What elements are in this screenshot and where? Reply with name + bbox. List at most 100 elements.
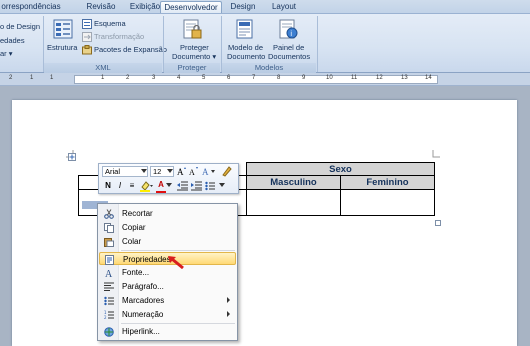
- design-mode-button[interactable]: o de Design: [0, 22, 40, 31]
- svg-text:i: i: [290, 30, 292, 38]
- menu-item-label: Numeração: [122, 310, 164, 319]
- protect-document-icon[interactable]: [181, 18, 203, 40]
- menu-item-label: Propriedades: [123, 255, 171, 264]
- font-color-button[interactable]: A: [156, 180, 166, 190]
- document-template-label-1[interactable]: Modelo de: [228, 43, 263, 52]
- menu-item-label: Fonte...: [122, 268, 150, 277]
- decrease-indent-icon[interactable]: [177, 181, 188, 191]
- menu-item-copy[interactable]: Copiar: [99, 221, 236, 234]
- document-template-label-2[interactable]: Documento: [227, 52, 265, 61]
- tab-design[interactable]: Design: [224, 1, 262, 13]
- shrink-font-icon[interactable]: A: [189, 166, 199, 176]
- svg-text:A: A: [189, 168, 195, 176]
- ruler-number: 9: [302, 75, 306, 81]
- table-cell[interactable]: [246, 189, 341, 216]
- copy-icon: [104, 223, 114, 233]
- ruler-number: 11: [351, 75, 358, 81]
- protect-document-label-2[interactable]: Documento ▾: [172, 52, 216, 61]
- table-header-sexo[interactable]: Sexo: [246, 162, 435, 176]
- ruler-number: 6: [227, 75, 231, 81]
- text-effects-icon[interactable]: A: [202, 166, 216, 176]
- highlight-color-icon[interactable]: [140, 181, 153, 192]
- ruler-number: 8: [277, 75, 281, 81]
- bullets-icon: [104, 296, 114, 306]
- ruler-number: 7: [252, 75, 256, 81]
- xml-group-title: XML: [44, 63, 162, 73]
- menu-item-hyperlink[interactable]: Hiperlink...: [99, 325, 236, 338]
- document-panel-label-2[interactable]: Documentos: [268, 52, 310, 61]
- bold-button[interactable]: N: [103, 181, 113, 191]
- font-icon: A: [105, 269, 113, 278]
- paragraph-icon: [104, 282, 114, 291]
- mini-toolbar: Arial 12 A A A N I ≡ A: [98, 163, 239, 194]
- document-panel-icon[interactable]: i: [277, 18, 299, 40]
- chevron-down-icon[interactable]: [167, 169, 173, 173]
- svg-text:A: A: [202, 167, 209, 176]
- menu-item-cut[interactable]: Recortar: [99, 207, 236, 220]
- ribbon-tab-bar: orrespondências Revisão Exibição Desenvo…: [0, 0, 530, 13]
- table-resize-handle-icon[interactable]: [435, 220, 441, 226]
- properties-button[interactable]: edades: [0, 36, 25, 45]
- menu-item-label: Parágrafo...: [122, 282, 164, 291]
- center-align-button[interactable]: ≡: [127, 181, 137, 191]
- document-page[interactable]: [12, 100, 517, 346]
- transform-icon: [82, 32, 92, 42]
- expansion-packs-button[interactable]: Pacotes de Expansão: [94, 45, 167, 54]
- paste-icon: [104, 238, 114, 247]
- tab-correspondencias[interactable]: orrespondências: [0, 1, 62, 13]
- tab-revisao[interactable]: Revisão: [80, 1, 122, 13]
- bullets-icon[interactable]: [205, 181, 218, 191]
- menu-item-numbering[interactable]: 12 Numeração: [99, 308, 236, 321]
- chevron-down-icon[interactable]: [219, 183, 225, 187]
- ruler-number: 12: [376, 75, 383, 81]
- menu-item-label: Marcadores: [122, 296, 165, 305]
- ruler-number: 1: [50, 75, 54, 81]
- menu-separator: [121, 250, 235, 251]
- ruler-number: 5: [202, 75, 206, 81]
- table-header-masculino[interactable]: Masculino: [246, 175, 341, 190]
- numbering-icon: 12: [104, 310, 114, 320]
- structure-icon[interactable]: [52, 18, 74, 40]
- ruler-number: 2: [126, 75, 130, 81]
- chevron-down-icon[interactable]: [166, 183, 172, 187]
- grow-font-icon[interactable]: A: [177, 166, 187, 176]
- menu-item-label: Colar: [122, 237, 142, 246]
- document-panel-label-1[interactable]: Painel de: [273, 43, 304, 52]
- menu-item-paste[interactable]: Colar: [99, 235, 236, 248]
- increase-indent-icon[interactable]: [191, 181, 202, 191]
- tab-desenvolvedor[interactable]: Desenvolvedor: [160, 1, 222, 13]
- table-cell[interactable]: [340, 189, 435, 216]
- document-template-icon[interactable]: [234, 18, 256, 40]
- menu-item-bullets[interactable]: Marcadores: [99, 294, 236, 307]
- ribbon-separator: [317, 16, 318, 72]
- ruler-number: 14: [425, 75, 432, 81]
- ruler-number: 2: [9, 75, 13, 81]
- submenu-arrow-icon: [227, 297, 230, 303]
- table-header-feminino[interactable]: Feminino: [340, 175, 435, 190]
- horizontal-ruler[interactable]: 1 2 1 1 2 3 4 5 6 7 8 9 10 11 12 13 14: [0, 73, 530, 86]
- italic-button[interactable]: I: [115, 181, 125, 191]
- font-color-swatch: [156, 191, 166, 193]
- transform-button[interactable]: Transformação: [94, 32, 144, 41]
- menu-item-label: Hiperlink...: [122, 327, 160, 336]
- ruler-number: 13: [401, 75, 408, 81]
- margin-corner-mark: [432, 150, 440, 158]
- chevron-down-icon[interactable]: [141, 169, 147, 173]
- schema-icon: [82, 19, 92, 29]
- svg-text:2: 2: [104, 315, 107, 320]
- ruler-number: 4: [177, 75, 181, 81]
- tab-layout[interactable]: Layout: [263, 1, 305, 13]
- schema-button[interactable]: Esquema: [94, 19, 126, 28]
- structure-label[interactable]: Estrutura: [47, 43, 77, 52]
- hyperlink-icon: [104, 327, 114, 337]
- templates-group-title: Modelos: [222, 63, 316, 73]
- menu-item-paragraph[interactable]: Parágrafo...: [99, 280, 236, 293]
- protect-group-title: Proteger: [164, 63, 220, 73]
- ruler-number: 1: [30, 75, 34, 81]
- group-button[interactable]: ar ▾: [0, 49, 13, 58]
- protect-document-label-1[interactable]: Proteger: [180, 43, 209, 52]
- table-move-handle-icon[interactable]: [68, 153, 76, 161]
- ruler-number: 10: [326, 75, 333, 81]
- menu-separator: [121, 323, 235, 324]
- format-painter-icon[interactable]: [221, 165, 233, 177]
